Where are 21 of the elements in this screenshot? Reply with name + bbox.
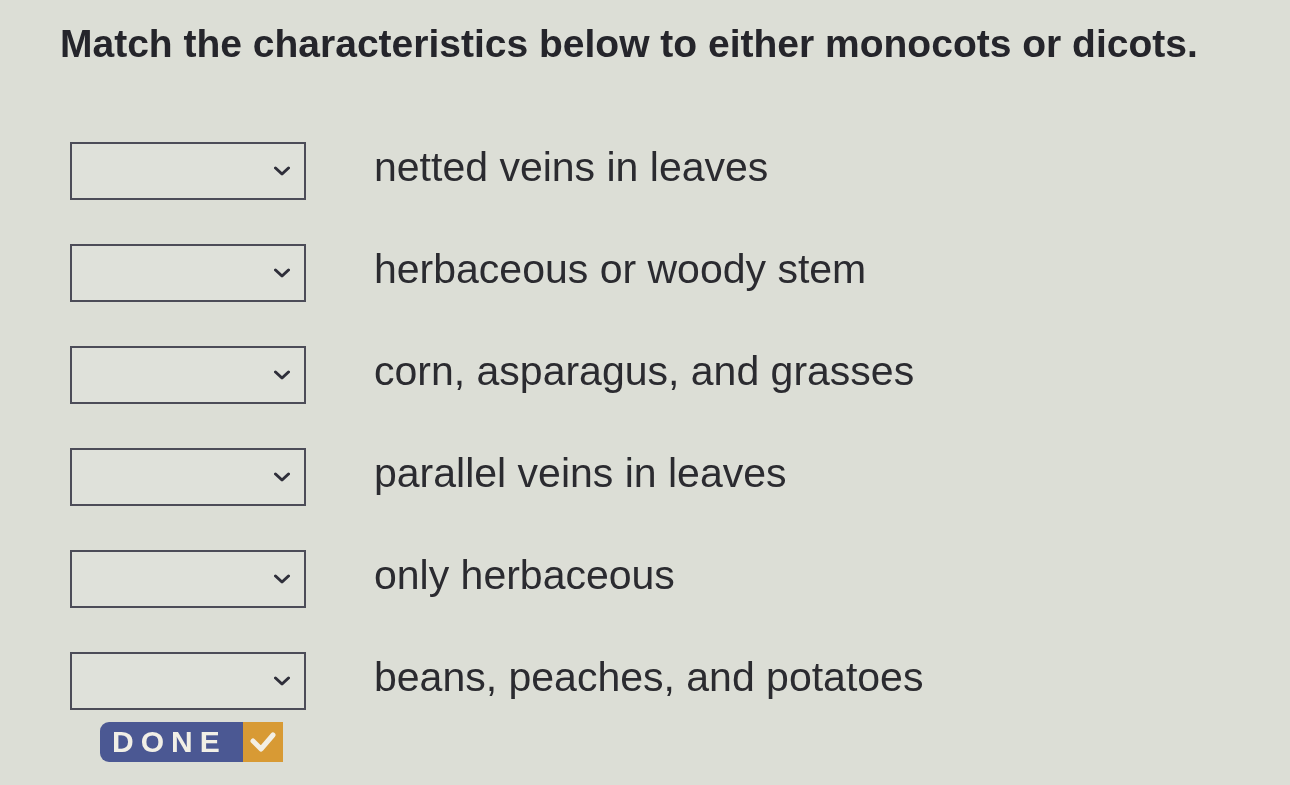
chevron-icon (274, 370, 290, 380)
answer-dropdown[interactable] (70, 448, 306, 506)
characteristic-text: corn, asparagus, and grasses (374, 347, 915, 395)
answer-dropdown[interactable] (70, 550, 306, 608)
answer-dropdown[interactable] (70, 142, 306, 200)
characteristic-text: netted veins in leaves (374, 143, 769, 191)
done-button[interactable]: DONE (100, 722, 283, 762)
characteristic-text: parallel veins in leaves (374, 449, 787, 497)
answer-dropdown[interactable] (70, 346, 306, 404)
answer-dropdown[interactable] (70, 652, 306, 710)
chevron-icon (274, 166, 290, 176)
characteristic-text: beans, peaches, and potatoes (374, 653, 924, 701)
chevron-icon (274, 676, 290, 686)
characteristic-text: only herbaceous (374, 551, 675, 599)
instruction-text: Match the characteristics below to either monocots or dicots. (60, 21, 1198, 67)
chevron-icon (274, 574, 290, 584)
answer-dropdown[interactable] (70, 244, 306, 302)
chevron-icon (274, 472, 290, 482)
chevron-icon (274, 268, 290, 278)
checkmark-icon (242, 722, 283, 762)
characteristic-text: herbaceous or woody stem (374, 245, 867, 293)
